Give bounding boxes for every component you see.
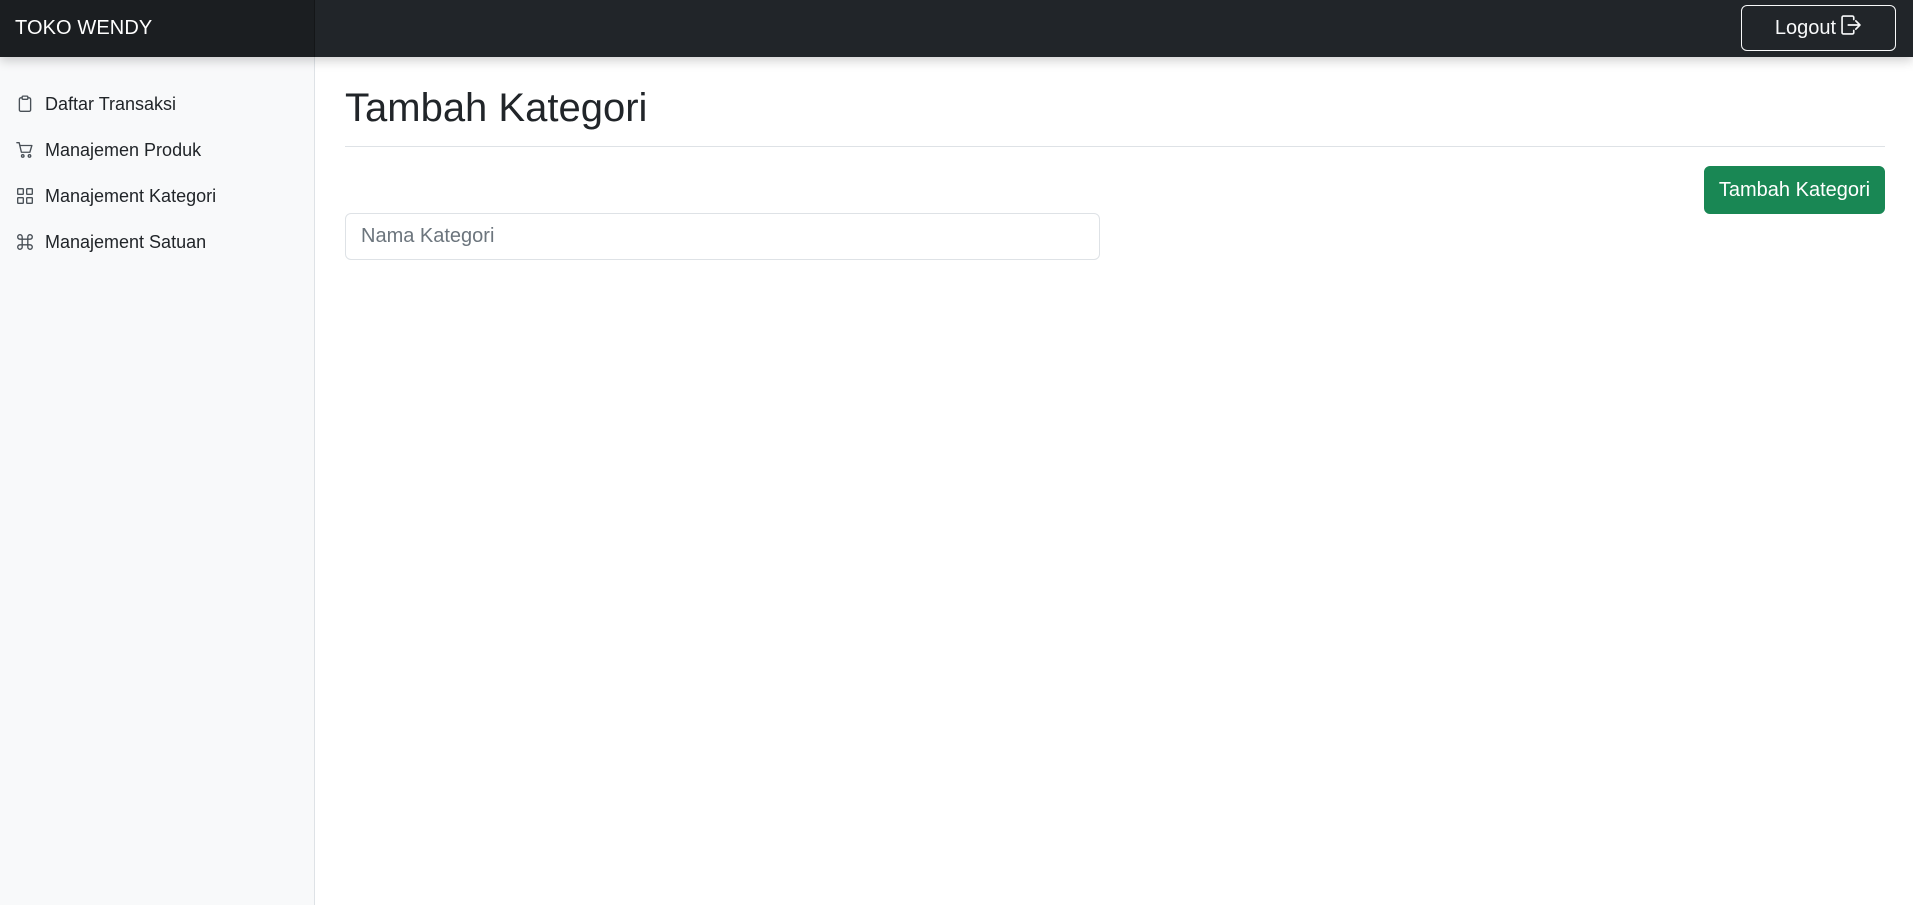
sidebar-item-label: Daftar Transaksi [45, 93, 177, 114]
grid-icon [15, 186, 35, 206]
command-icon [15, 232, 35, 252]
main-content: Tambah Kategori Tambah Kategori [345, 57, 1885, 260]
sidebar-item-label: Manajemen Produk [45, 139, 202, 160]
logout-button[interactable]: Logout [1741, 5, 1896, 51]
clipboard-icon [15, 94, 35, 114]
top-navbar: TOKO WENDY Logout [0, 0, 1913, 57]
divider [345, 146, 1885, 147]
category-name-input[interactable] [345, 213, 1100, 260]
sidebar-item-label: Manajement Satuan [45, 231, 207, 252]
sidebar-item-manajement-kategori[interactable]: Manajement Kategori [0, 173, 314, 219]
page-title: Tambah Kategori [345, 86, 648, 130]
cart-icon [15, 140, 35, 160]
brand-title[interactable]: TOKO WENDY [15, 17, 152, 40]
sidebar: Daftar Transaksi Manajemen Produk Manaje… [0, 57, 315, 905]
sidebar-item-label: Manajement Kategori [45, 185, 217, 206]
sidebar-item-manajement-satuan[interactable]: Manajement Satuan [0, 219, 314, 265]
add-category-button[interactable]: Tambah Kategori [1704, 166, 1885, 214]
box-arrow-right-icon [1840, 14, 1862, 42]
logout-label: Logout [1774, 16, 1837, 39]
sidebar-item-manajemen-produk[interactable]: Manajemen Produk [0, 127, 314, 173]
sidebar-item-daftar-transaksi[interactable]: Daftar Transaksi [0, 81, 314, 127]
brand-container: TOKO WENDY [0, 0, 315, 57]
